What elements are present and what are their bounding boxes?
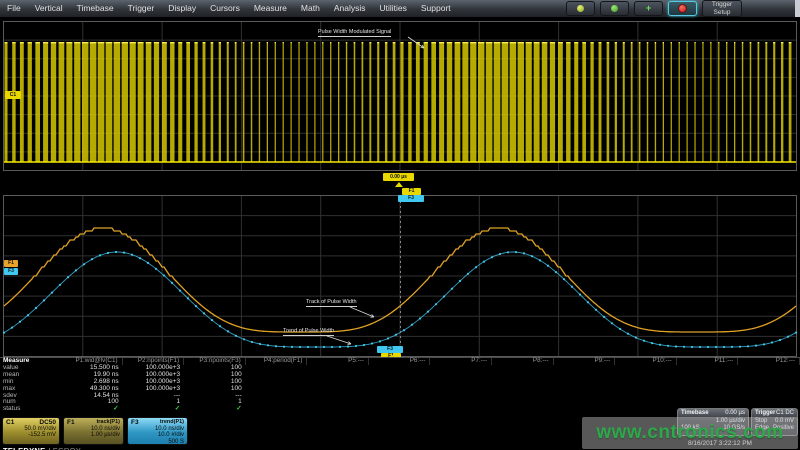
menu-display[interactable]: Display (161, 0, 203, 17)
toolbar: + Trigger Setup (566, 1, 742, 16)
toolbar-button-3[interactable]: + (634, 1, 663, 16)
measure-column-p7: P7:--- (430, 358, 492, 414)
trigger-setup-label-line2: Setup (703, 9, 741, 17)
menu-measure[interactable]: Measure (247, 0, 294, 17)
measure-column-p4: P4:period(F1) (246, 358, 308, 414)
measure-column-header[interactable]: P4:period(F1) (246, 358, 308, 365)
toolbar-button-2[interactable] (600, 1, 629, 16)
menu-support[interactable]: Support (414, 0, 458, 17)
measure-column-header[interactable]: P10:--- (615, 358, 677, 365)
pwm-signal-label: Pulse Width Modulated Signal (318, 29, 391, 37)
trigger-setup-label-line1: Trigger (703, 1, 741, 9)
c1-offset: -152.5 mV (6, 432, 56, 438)
circle-icon (577, 5, 584, 12)
trigger-position-marker[interactable] (395, 182, 403, 187)
measure-column-p3: P3:npoints(F3)100100100100---1✓ (184, 358, 246, 414)
f3-function-badge: trend(P1) (160, 419, 184, 426)
window-edge (795, 0, 800, 17)
plus-icon: + (646, 4, 651, 13)
f3-samples: 500 S (131, 439, 184, 445)
measure-column-p6: P6:--- (369, 358, 431, 414)
measure-column-header[interactable]: P7:--- (430, 358, 492, 365)
menu-cursors[interactable]: Cursors (203, 0, 247, 17)
menu-file[interactable]: File (0, 0, 28, 17)
measure-column-p11: P11:--- (677, 358, 739, 414)
trigger-delay-tag[interactable]: 0.00 µs (383, 173, 414, 181)
measure-column-header[interactable]: P12:--- (738, 358, 800, 365)
measure-column-p10: P10:--- (615, 358, 677, 414)
oscilloscope-app: File Vertical Timebase Trigger Display C… (0, 0, 800, 450)
measure-column-header[interactable]: P8:--- (492, 358, 554, 365)
green-dot-icon (611, 5, 618, 12)
record-icon (678, 4, 687, 13)
measure-row-labels: Measurevaluemeanminmaxsdevnumstatus (0, 358, 61, 414)
f1-offset-marker[interactable]: F1 (4, 260, 18, 267)
measure-column-p8: P8:--- (492, 358, 554, 414)
measure-column-p5: P5:--- (307, 358, 369, 414)
measure-table: MeasurevaluemeanminmaxsdevnumstatusP1:wi… (0, 357, 800, 414)
menu-vertical[interactable]: Vertical (28, 0, 70, 17)
f3-name: F3 (131, 419, 139, 426)
c1-coupling-badge: DC50 (39, 419, 56, 426)
f1-position-tag[interactable]: F1 (402, 188, 421, 195)
c1-name: C1 (6, 419, 14, 426)
channel-c1-descriptor[interactable]: C1DC50 50.0 mV/div -152.5 mV (2, 417, 60, 445)
measure-column-p9: P9:--- (554, 358, 616, 414)
menu-math[interactable]: Math (294, 0, 327, 17)
measure-column-header[interactable]: P9:--- (554, 358, 616, 365)
f1-function-badge: track(P1) (96, 419, 120, 426)
menu-timebase[interactable]: Timebase (70, 0, 121, 17)
brand-teledyne: TELEDYNE (3, 446, 45, 450)
trend-label: Trend of Pulse Width (283, 328, 334, 336)
measure-column-p1: P1:wid@lv(C1)15.500 ns19.90 ns2.698 ns49… (61, 358, 123, 414)
measure-column-p12: P12:--- (738, 358, 800, 414)
measure-column-header[interactable]: P5:--- (307, 358, 369, 365)
toolbar-button-1[interactable] (566, 1, 595, 16)
trace-f3-descriptor[interactable]: F3trend(P1) 10.0 ns/div 10.0 #/div 500 S (127, 417, 188, 445)
clock-timestamp: 8/16/2017 3:22:12 PM (688, 440, 752, 447)
measure-cell: --- (184, 393, 246, 400)
measure-column-header[interactable]: P11:--- (677, 358, 739, 365)
brand-lecroy: LECROY (48, 446, 81, 450)
c1-offset-marker[interactable]: C1 (5, 91, 21, 99)
measure-cell: --- (123, 393, 185, 400)
measure-column-header[interactable]: P6:--- (369, 358, 431, 365)
trace-f1-descriptor[interactable]: F1track(P1) 10.0 ns/div 1.00 µs/div (63, 417, 124, 445)
menu-trigger[interactable]: Trigger (121, 0, 162, 17)
menu-analysis[interactable]: Analysis (327, 0, 373, 17)
f1-name: F1 (67, 419, 75, 426)
f3-position-tag[interactable]: F3 (398, 195, 424, 202)
f3-offset-marker[interactable]: F3 (4, 268, 18, 275)
f1-hdiv: 1.00 µs/div (67, 432, 120, 438)
menu-utilities[interactable]: Utilities (372, 0, 413, 17)
trigger-setup-button[interactable]: Trigger Setup (702, 0, 742, 17)
track-label: Track of Pulse Width (306, 299, 357, 307)
toolbar-button-record[interactable] (668, 1, 697, 16)
measure-column-p2: P2:npoints(F1)100.000e+3100.000e+3100.00… (123, 358, 185, 414)
f3-bottom-tag[interactable]: F3 (377, 346, 403, 353)
brand-logo: TELEDYNELECROY (3, 446, 81, 450)
